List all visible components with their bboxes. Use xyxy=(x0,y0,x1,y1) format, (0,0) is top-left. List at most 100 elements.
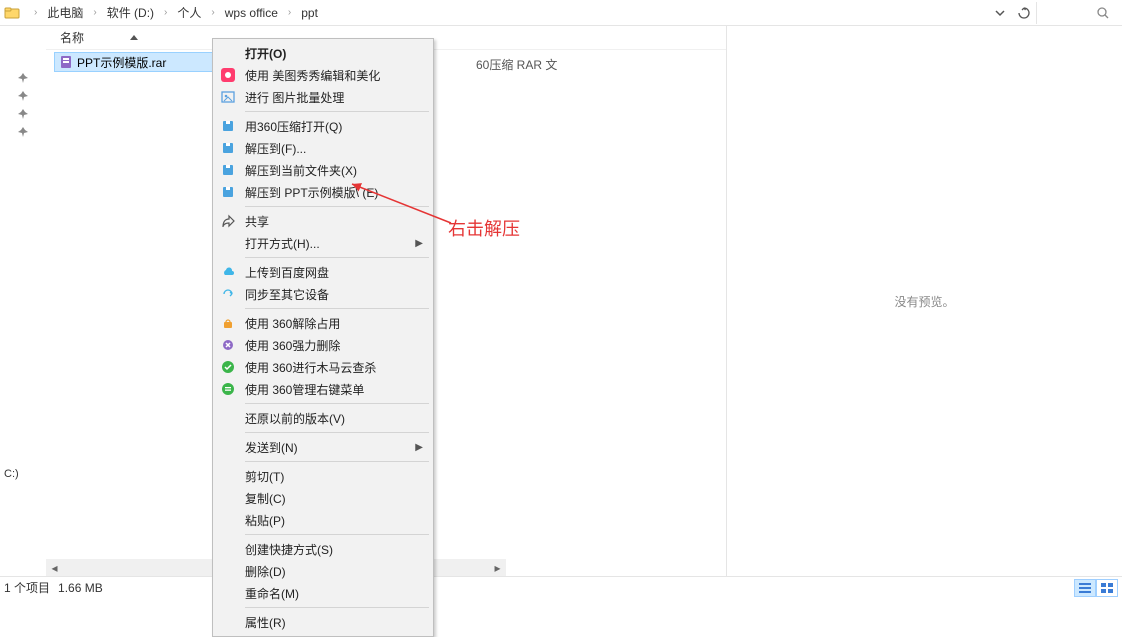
scroll-left-button[interactable]: ◂ xyxy=(46,559,63,576)
share-icon xyxy=(215,214,241,228)
context-menu-item[interactable]: 使用 360强力删除 xyxy=(215,334,431,356)
breadcrumb[interactable]: › 此电脑 › 软件 (D:) › 个人 › wps office › ppt xyxy=(20,2,988,23)
menu-item-label: 剪切(T) xyxy=(243,468,427,485)
scan360-icon xyxy=(215,360,241,374)
submenu-arrow-icon: ▶ xyxy=(415,238,427,249)
drive-label[interactable]: C:) xyxy=(0,468,26,480)
menu-item-label: 复制(C) xyxy=(243,490,427,507)
menu-item-label: 用360压缩打开(Q) xyxy=(243,118,427,135)
menu-item-label: 进行 图片批量处理 xyxy=(243,89,427,106)
menu360-icon xyxy=(215,382,241,396)
menu-item-label: 使用 360解除占用 xyxy=(243,315,427,332)
context-menu-item[interactable]: 复制(C) xyxy=(215,487,431,509)
menu-item-label: 上传到百度网盘 xyxy=(243,264,427,281)
sort-ascending-icon xyxy=(130,35,138,40)
context-menu-item[interactable]: 进行 图片批量处理 xyxy=(215,86,431,108)
submenu-arrow-icon: ▶ xyxy=(415,442,427,453)
scroll-right-button[interactable]: ▸ xyxy=(489,559,506,576)
address-bar: › 此电脑 › 软件 (D:) › 个人 › wps office › ppt xyxy=(0,0,1122,26)
details-view-button[interactable] xyxy=(1074,579,1096,597)
status-bar: 1 个项目 1.66 MB xyxy=(0,576,1122,598)
context-menu-item[interactable]: 解压到(F)... xyxy=(215,137,431,159)
context-menu-item[interactable]: 使用 360进行木马云查杀 xyxy=(215,356,431,378)
pin-icon[interactable] xyxy=(17,108,29,120)
meitu-icon xyxy=(215,68,241,82)
nav-pane-edge: C:) xyxy=(0,26,46,576)
context-menu-item[interactable]: 属性(R) xyxy=(215,611,431,633)
menu-item-label: 粘贴(P) xyxy=(243,512,427,529)
menu-item-label: 重命名(M) xyxy=(243,585,427,602)
menu-separator xyxy=(245,257,429,258)
menu-separator xyxy=(245,432,429,433)
sync-icon xyxy=(215,287,241,301)
main-area: C:) 名称 PPT示例模版.rar 60压缩 RAR 文 没有预览。 xyxy=(0,26,1122,576)
context-menu: 打开(O) 使用 美图秀秀编辑和美化进行 图片批量处理用360压缩打开(Q) 解压到… xyxy=(212,38,434,637)
context-menu-item[interactable]: 发送到(N)▶ xyxy=(215,436,431,458)
archive-icon xyxy=(215,185,241,199)
menu-item-label: 使用 360进行木马云查杀 xyxy=(243,359,427,376)
dropdown-history-button[interactable] xyxy=(990,3,1010,23)
menu-separator xyxy=(245,111,429,112)
large-icons-view-button[interactable] xyxy=(1096,579,1118,597)
menu-item-label: 创建快捷方式(S) xyxy=(243,541,427,558)
menu-item-label: 使用 美图秀秀编辑和美化 xyxy=(243,67,427,84)
context-menu-item[interactable]: 重命名(M) xyxy=(215,582,431,604)
context-menu-item[interactable]: 使用 360解除占用 xyxy=(215,312,431,334)
context-menu-item[interactable]: 上传到百度网盘 xyxy=(215,261,431,283)
rar-file-icon xyxy=(59,55,73,69)
menu-item-label: 使用 360强力删除 xyxy=(243,337,427,354)
menu-separator xyxy=(245,607,429,608)
del360-icon xyxy=(215,338,241,352)
file-name: PPT示例模版.rar xyxy=(77,54,166,71)
search-box[interactable] xyxy=(1036,2,1118,24)
pin-icon[interactable] xyxy=(17,126,29,138)
context-menu-item[interactable]: 打开(O) xyxy=(215,42,431,64)
menu-item-label: 删除(D) xyxy=(243,563,427,580)
archive-icon xyxy=(215,163,241,177)
menu-separator xyxy=(245,461,429,462)
breadcrumb-item[interactable]: 个人 xyxy=(173,2,205,23)
context-menu-item[interactable]: 删除(D) xyxy=(215,560,431,582)
no-preview-text: 没有预览。 xyxy=(894,293,954,310)
chevron-right-icon: › xyxy=(282,7,297,18)
archive-icon xyxy=(215,119,241,133)
refresh-button[interactable] xyxy=(1014,3,1034,23)
menu-item-label: 解压到当前文件夹(X) xyxy=(243,162,427,179)
annotation-text: 右击解压 xyxy=(448,215,520,241)
status-count: 1 个项目 xyxy=(4,579,50,596)
breadcrumb-item[interactable]: wps office xyxy=(221,4,282,22)
breadcrumb-item[interactable]: ppt xyxy=(297,4,322,22)
file-type-partial: 60压缩 RAR 文 xyxy=(476,56,557,73)
pin-icon[interactable] xyxy=(17,90,29,102)
preview-pane: 没有预览。 xyxy=(726,26,1122,576)
menu-item-label: 打开(O) xyxy=(243,45,427,62)
pin-icon[interactable] xyxy=(17,72,29,84)
lock360-icon xyxy=(215,316,241,330)
context-menu-item[interactable]: 用360压缩打开(Q) xyxy=(215,115,431,137)
menu-separator xyxy=(245,308,429,309)
menu-item-label: 属性(R) xyxy=(243,614,427,631)
context-menu-item[interactable]: 粘贴(P) xyxy=(215,509,431,531)
status-size: 1.66 MB xyxy=(58,581,103,595)
search-icon xyxy=(1096,6,1110,20)
menu-item-label: 发送到(N) xyxy=(243,439,413,456)
breadcrumb-item[interactable]: 软件 (D:) xyxy=(103,2,158,23)
menu-separator xyxy=(245,534,429,535)
context-menu-item[interactable]: 创建快捷方式(S) xyxy=(215,538,431,560)
context-menu-item[interactable]: 使用 美图秀秀编辑和美化 xyxy=(215,64,431,86)
chevron-right-icon: › xyxy=(158,7,173,18)
context-menu-item[interactable]: 同步至其它设备 xyxy=(215,283,431,305)
breadcrumb-item[interactable]: 此电脑 xyxy=(43,2,87,23)
menu-separator xyxy=(245,403,429,404)
chevron-right-icon: › xyxy=(28,7,43,18)
context-menu-item[interactable]: 还原以前的版本(V) xyxy=(215,407,431,429)
context-menu-item[interactable]: 剪切(T) xyxy=(215,465,431,487)
cloud-icon xyxy=(215,265,241,279)
menu-item-label: 使用 360管理右键菜单 xyxy=(243,381,427,398)
chevron-right-icon: › xyxy=(87,7,102,18)
context-menu-item[interactable]: 使用 360管理右键菜单 xyxy=(215,378,431,400)
menu-item-label: 还原以前的版本(V) xyxy=(243,410,427,427)
folder-icon xyxy=(4,5,20,21)
column-name[interactable]: 名称 xyxy=(60,29,84,46)
chevron-right-icon: › xyxy=(205,7,220,18)
